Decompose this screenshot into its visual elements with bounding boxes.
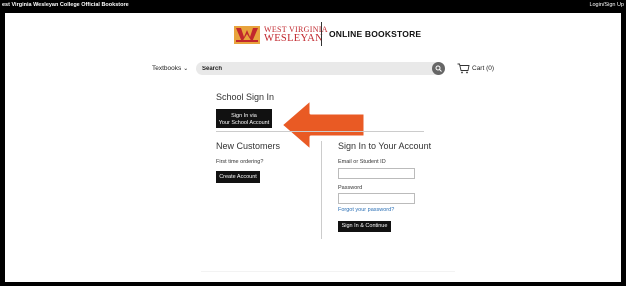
login-signup-link[interactable]: Login/Sign Up (589, 2, 624, 8)
signin-heading: Sign In to Your Account (338, 141, 432, 151)
cart-label: Cart (0) (472, 65, 495, 72)
header-divider (321, 22, 322, 46)
search-button[interactable] (432, 62, 445, 75)
college-logo[interactable]: WEST VIRGINIA WESLEYAN (234, 23, 328, 45)
school-signin-heading: School Sign In (216, 92, 275, 102)
section-divider (216, 131, 424, 132)
email-label: Email or Student ID (338, 159, 386, 165)
school-signin-button[interactable]: Sign In via Your School Account (216, 109, 272, 128)
search-bar (196, 62, 443, 75)
site-name: est Virginia Wesleyan College Official B… (2, 2, 129, 8)
new-customers-heading: New Customers (216, 141, 281, 151)
wesleyan-logo-icon (234, 26, 260, 44)
store-title: ONLINE BOOKSTORE (329, 29, 422, 39)
first-time-text: First time ordering? (216, 159, 264, 165)
chevron-down-icon: ⌄ (183, 66, 189, 72)
search-icon (435, 65, 442, 72)
cart-icon (457, 63, 470, 74)
search-input[interactable] (202, 64, 427, 73)
column-divider (321, 141, 322, 239)
email-field[interactable] (338, 168, 415, 179)
forgot-password-link[interactable]: Forgot your password? (338, 207, 394, 213)
footer-divider (201, 271, 455, 272)
create-account-button[interactable]: Create Account (216, 171, 260, 183)
school-signin-button-line1: Sign In via (231, 113, 257, 119)
logo-text-line2: WESLEYAN (264, 33, 323, 44)
textbooks-label: Textbooks (152, 65, 182, 72)
school-signin-button-line2: Your School Account (218, 120, 270, 126)
password-field[interactable] (338, 193, 415, 204)
signin-continue-button[interactable]: Sign In & Continue (338, 221, 391, 232)
page-content: WEST VIRGINIA WESLEYAN ONLINE BOOKSTORE … (5, 13, 621, 282)
password-label: Password (338, 185, 363, 191)
top-bar: est Virginia Wesleyan College Official B… (0, 0, 626, 13)
textbooks-menu[interactable]: Textbooks ⌄ (152, 65, 188, 72)
